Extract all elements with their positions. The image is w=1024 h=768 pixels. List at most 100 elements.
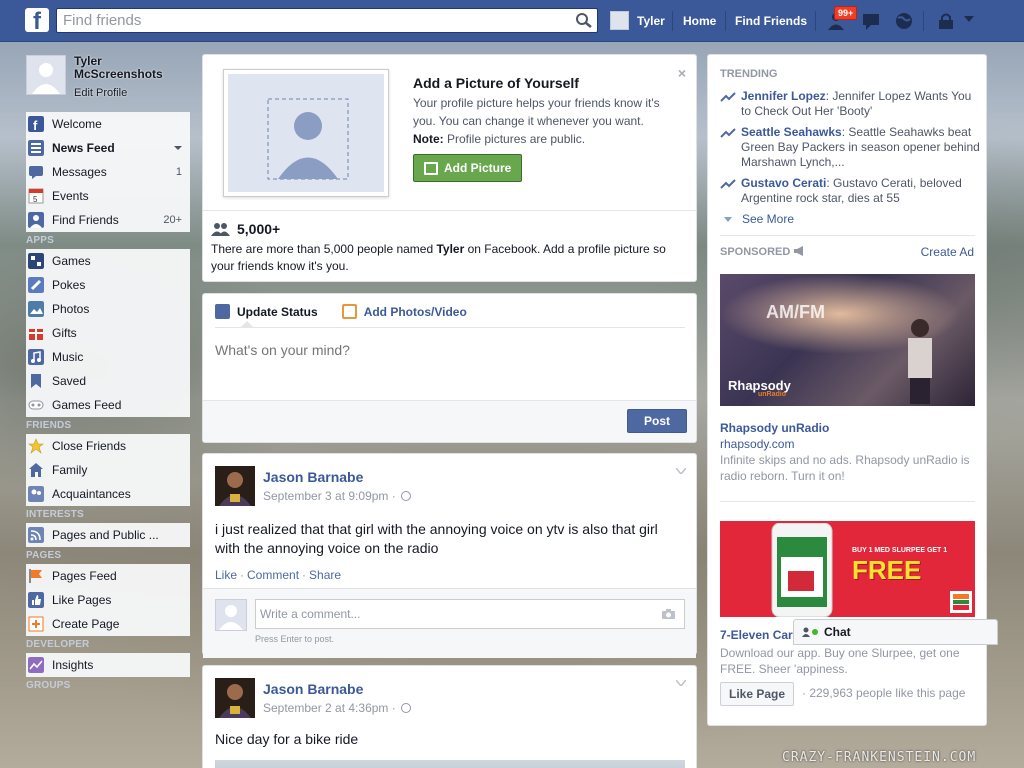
see-more-link[interactable]: See More bbox=[724, 212, 794, 226]
tab-update-status[interactable]: Update Status bbox=[215, 304, 318, 319]
close-icon[interactable]: × bbox=[678, 65, 686, 81]
add-picture-button-label: Add Picture bbox=[444, 161, 512, 175]
flag-icon bbox=[29, 569, 42, 583]
sidebar-item-like-pages[interactable]: Like Pages bbox=[26, 588, 190, 612]
share-link[interactable]: Share bbox=[309, 568, 341, 582]
status-input[interactable] bbox=[215, 342, 675, 358]
sidebar-item-label: Pokes bbox=[52, 278, 86, 292]
sidebar-item-welcome[interactable]: f Welcome bbox=[26, 112, 190, 136]
trending-item[interactable]: Jennifer Lopez: Jennifer Lopez Wants You… bbox=[720, 89, 980, 119]
trending-item[interactable]: Gustavo Cerati: Gustavo Cerati, beloved … bbox=[720, 176, 980, 206]
count-desc-name: Tyler bbox=[436, 242, 465, 256]
card-divider bbox=[203, 210, 696, 211]
page-like-count: · 229,963 people like this page bbox=[802, 686, 966, 700]
post-photo[interactable] bbox=[215, 760, 685, 768]
7-eleven-logo-icon bbox=[950, 591, 972, 613]
insights-icon bbox=[28, 657, 44, 673]
sidebar-item-create-page[interactable]: Create Page bbox=[26, 612, 190, 636]
feed-post: Jason Barnabe September 2 at 4:36pm · Ni… bbox=[202, 665, 697, 768]
ad-url[interactable]: rhapsody.com bbox=[720, 437, 794, 451]
pencil-icon bbox=[215, 304, 230, 319]
post-date-text: September 2 at 4:36pm · bbox=[263, 701, 396, 715]
rss-icon bbox=[28, 527, 44, 543]
add-picture-button[interactable]: Add Picture bbox=[413, 154, 522, 182]
sidebar-item-acquaintances[interactable]: Acquaintances bbox=[26, 482, 190, 506]
sidebar-item-news-feed[interactable]: News Feed bbox=[26, 136, 190, 160]
globe-icon bbox=[400, 491, 411, 501]
find-friends-link[interactable]: Find Friends bbox=[735, 14, 807, 28]
sidebar-item-label: Create Page bbox=[52, 617, 120, 631]
post-author[interactable]: Jason Barnabe bbox=[263, 681, 363, 697]
sidebar-item-photos[interactable]: Photos bbox=[26, 297, 190, 321]
settings-chevron-down-icon[interactable] bbox=[962, 14, 976, 24]
profile-avatar[interactable] bbox=[26, 55, 66, 95]
sidebar-item-pokes[interactable]: Pokes bbox=[26, 273, 190, 297]
avatar bbox=[610, 11, 629, 30]
section-title-developer: DEVELOPER bbox=[26, 639, 90, 650]
camera-icon[interactable] bbox=[661, 608, 676, 620]
author-avatar[interactable] bbox=[215, 466, 255, 506]
note-text: Profile pictures are public. bbox=[443, 132, 586, 146]
sidebar-item-pages-and-public[interactable]: Pages and Public ... bbox=[26, 523, 190, 547]
ad-image-rhapsody[interactable]: AM/FM Rhapsody unRadio bbox=[720, 274, 975, 406]
name-count-value: 5,000+ bbox=[237, 221, 281, 237]
messages-icon[interactable] bbox=[860, 10, 884, 32]
like-page-button[interactable]: Like Page bbox=[720, 682, 795, 706]
globe-icon[interactable] bbox=[892, 10, 916, 32]
sidebar-item-label: Find Friends bbox=[52, 213, 119, 227]
tab-add-photos[interactable]: Add Photos/Video bbox=[341, 304, 467, 319]
chat-bar[interactable]: Chat bbox=[793, 619, 998, 645]
ad-image-7eleven[interactable]: BUY 1 MED SLURPEE GET 1 FREE bbox=[720, 521, 975, 617]
post-button[interactable]: Post bbox=[627, 409, 687, 433]
comment-link[interactable]: Comment bbox=[247, 568, 299, 582]
search-input[interactable] bbox=[57, 9, 567, 32]
post-author[interactable]: Jason Barnabe bbox=[263, 469, 363, 485]
comment-field[interactable] bbox=[255, 599, 685, 629]
post-options-chevron-icon[interactable] bbox=[676, 680, 686, 686]
music-icon bbox=[28, 349, 44, 365]
comment-input[interactable] bbox=[256, 600, 636, 628]
default-avatar-icon bbox=[216, 600, 246, 630]
privacy-lock-icon[interactable] bbox=[935, 10, 959, 32]
sidebar-item-close-friends[interactable]: Close Friends bbox=[26, 434, 190, 458]
sidebar-item-music[interactable]: Music bbox=[26, 345, 190, 369]
create-ad-link[interactable]: Create Ad bbox=[921, 245, 974, 259]
sidebar-item-games[interactable]: Games bbox=[26, 249, 190, 273]
post-actions: Like · Comment · Share bbox=[215, 568, 341, 582]
trending-name[interactable]: Seattle Seahawks bbox=[741, 125, 842, 139]
post-timestamp[interactable]: September 2 at 4:36pm · bbox=[263, 701, 411, 715]
sidebar-item-pages-feed[interactable]: Pages Feed bbox=[26, 564, 190, 588]
svg-text:f: f bbox=[33, 118, 38, 132]
facebook-logo-icon[interactable]: f bbox=[25, 8, 49, 32]
edit-profile-link[interactable]: Edit Profile bbox=[74, 87, 127, 99]
create-page-icon bbox=[28, 616, 44, 632]
search-icon[interactable] bbox=[575, 12, 593, 29]
home-link[interactable]: Home bbox=[683, 14, 716, 28]
sidebar-item-saved[interactable]: Saved bbox=[26, 369, 190, 393]
online-status-icon bbox=[812, 629, 818, 635]
nav-profile-link[interactable]: Tyler bbox=[610, 11, 665, 30]
sidebar-item-games-feed[interactable]: Games Feed bbox=[26, 393, 190, 417]
profile-picture-placeholder[interactable] bbox=[223, 69, 389, 197]
author-avatar[interactable] bbox=[215, 678, 255, 718]
section-title-friends: FRIENDS bbox=[26, 420, 72, 431]
chevron-down-icon[interactable] bbox=[174, 146, 182, 150]
nav-user-name: Tyler bbox=[637, 13, 665, 28]
post-date-text: September 3 at 9:09pm · bbox=[263, 489, 396, 503]
trending-item[interactable]: Seattle Seahawks: Seattle Seahawks beat … bbox=[720, 125, 980, 170]
post-timestamp[interactable]: September 3 at 9:09pm · bbox=[263, 489, 411, 503]
trending-name[interactable]: Gustavo Cerati bbox=[741, 176, 826, 190]
ad-title[interactable]: Rhapsody unRadio bbox=[720, 421, 829, 435]
sidebar-item-find-friends[interactable]: Find Friends 20+ bbox=[26, 208, 190, 232]
search-box[interactable] bbox=[56, 8, 598, 33]
like-link[interactable]: Like bbox=[215, 568, 237, 582]
ad-title[interactable]: 7-Eleven Car bbox=[720, 628, 793, 642]
trending-name[interactable]: Jennifer Lopez bbox=[741, 89, 826, 103]
sidebar-item-insights[interactable]: Insights bbox=[26, 653, 190, 677]
post-options-chevron-icon[interactable] bbox=[676, 468, 686, 474]
profile-name[interactable]: Tyler McScreenshots bbox=[74, 55, 184, 81]
sidebar-item-events[interactable]: 5 Events bbox=[26, 184, 190, 208]
sidebar-item-gifts[interactable]: Gifts bbox=[26, 321, 190, 345]
sidebar-item-family[interactable]: Family bbox=[26, 458, 190, 482]
sidebar-item-messages[interactable]: Messages 1 bbox=[26, 160, 190, 184]
